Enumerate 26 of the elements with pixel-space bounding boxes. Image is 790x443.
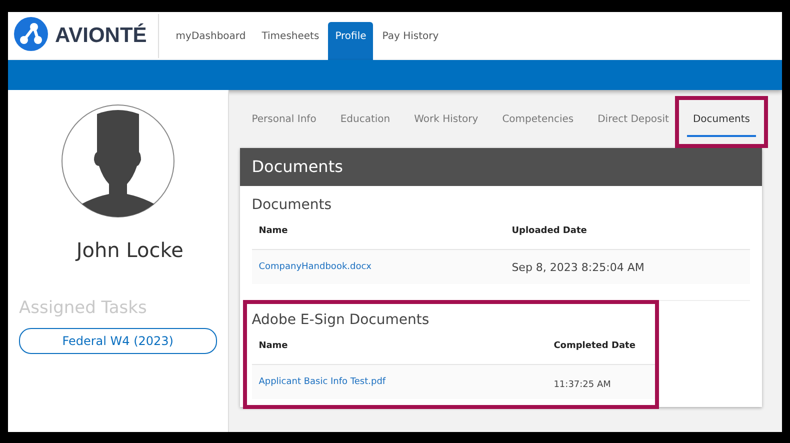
logo-icon	[14, 17, 48, 51]
table-cell: Sep 8, 2023 8:25:04 AM	[512, 260, 644, 274]
nav-tab[interactable]: myDashboard	[168, 22, 253, 60]
column-header: Name	[258, 226, 289, 236]
section-tab[interactable]: Competencies	[496, 106, 580, 135]
section-tab[interactable]: Documents	[686, 106, 756, 137]
column-header: Uploaded Date	[512, 226, 587, 236]
section-tab[interactable]: Personal Info	[246, 106, 322, 135]
section-title: Adobe E-Sign Documents	[252, 312, 430, 328]
nav-tab[interactable]: Profile	[328, 22, 374, 60]
file-link[interactable]: CompanyHandbook.docx	[252, 262, 512, 272]
column-header: Name	[258, 341, 289, 351]
task-button[interactable]: Federal W4 (2023)	[19, 328, 217, 354]
section-tab[interactable]: Work History	[408, 106, 484, 135]
nav-tab[interactable]: Pay History	[375, 22, 446, 60]
section-tab[interactable]: Education	[334, 106, 396, 135]
nav-tab[interactable]: Timesheets	[254, 22, 326, 60]
section-title: Documents	[252, 197, 333, 213]
file-link[interactable]: Applicant Basic Info Test.pdf	[252, 377, 554, 387]
profile-name: John Locke	[76, 238, 184, 262]
column-header: Completed Date	[554, 341, 636, 351]
section-tab[interactable]: Direct Deposit	[592, 106, 675, 135]
brand-name: AVIONTÉ	[55, 24, 147, 48]
table-cell-text: 11:37:25 AM	[554, 379, 611, 390]
card-title: Documents	[240, 148, 762, 186]
avatar-icon	[60, 104, 175, 218]
